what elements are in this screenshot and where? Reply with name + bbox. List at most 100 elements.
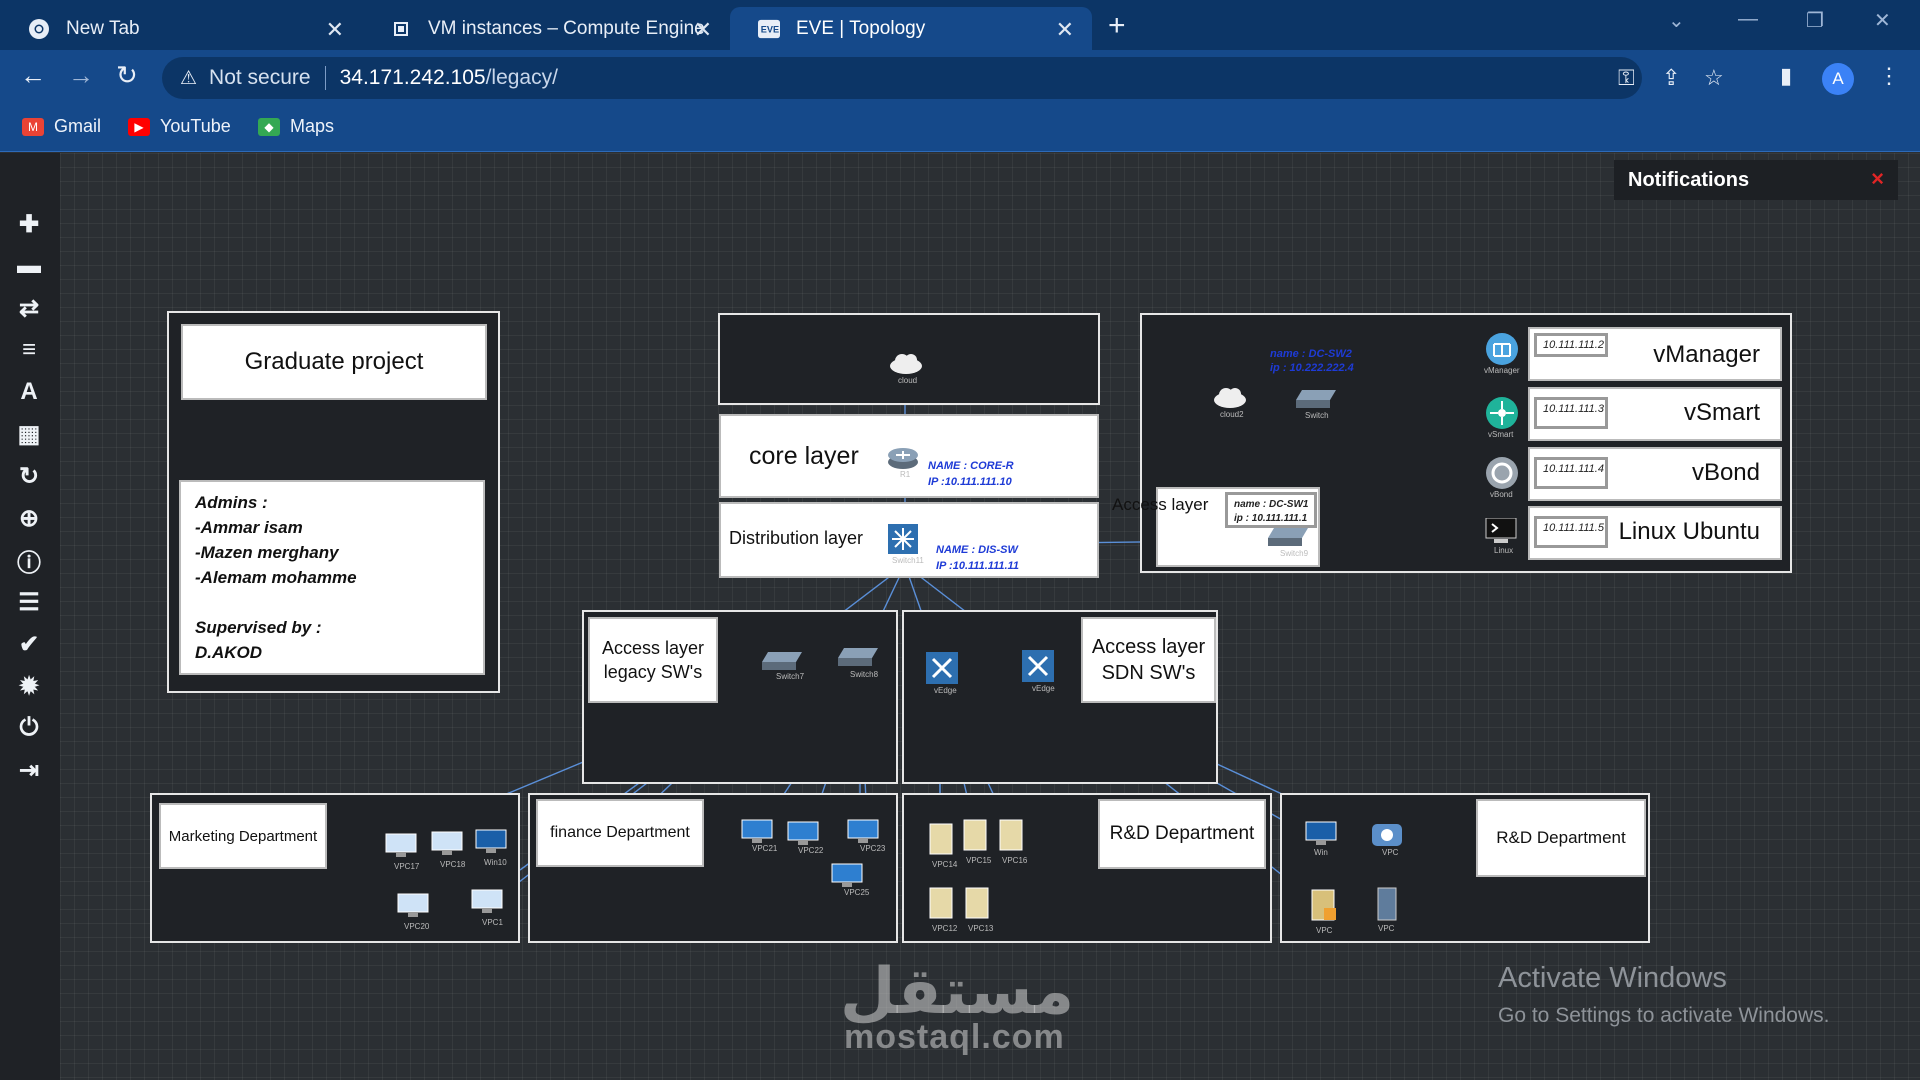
node-label: Switch8	[850, 670, 879, 679]
server-icon[interactable]	[1310, 888, 1338, 929]
node-label: Switch9	[1280, 549, 1309, 558]
access-sdn-title: Access layer SDN SW's	[1091, 636, 1206, 684]
vsmart-ip: 10.111.111.3	[1534, 397, 1608, 429]
department-title: Marketing Department	[168, 827, 318, 845]
brand-watermark: mostaql.com	[844, 1018, 1065, 1056]
cloud-icon[interactable]	[1212, 386, 1248, 413]
server-icon[interactable]	[928, 886, 954, 925]
host-label: VPC	[1382, 848, 1399, 857]
server-icon[interactable]	[964, 886, 990, 925]
core-layer-title: core layer	[749, 442, 859, 470]
dc-sw1-label[interactable]: name : DC-SW1 ip : 10.111.111.1	[1225, 492, 1317, 528]
access-dc-title: Access layer	[1112, 495, 1209, 514]
department-title: finance Department	[550, 824, 690, 841]
activate-windows-title: Activate Windows	[1498, 962, 1727, 994]
marketing-label[interactable]: Marketing Department	[159, 803, 327, 869]
access-legacy-label[interactable]: Access layer legacy SW's	[588, 617, 718, 703]
server-icon[interactable]	[998, 818, 1024, 857]
host-label: VPC1	[482, 918, 503, 927]
node-label: Linux	[1494, 546, 1514, 555]
vedge-icon[interactable]	[926, 652, 958, 689]
admin-name: -Alemam mohamme	[195, 568, 357, 587]
l3-switch-icon[interactable]	[888, 524, 918, 559]
department-title: R&D Department	[1496, 828, 1626, 847]
host-label: Win10	[484, 858, 507, 867]
rnd-label-2[interactable]: R&D Department	[1476, 799, 1646, 877]
host-label: VPC12	[932, 924, 958, 933]
project-title-label[interactable]: Graduate project	[181, 324, 487, 400]
close-icon[interactable]: ×	[1871, 166, 1884, 192]
host-label: VPC18	[440, 860, 466, 869]
host-label: VPC20	[404, 922, 430, 931]
vbond-label[interactable]: 10.111.111.4 vBond	[1528, 447, 1782, 501]
node-label: R1	[900, 470, 911, 479]
windows-pc-icon[interactable]	[474, 828, 508, 861]
host-label: VPC17	[394, 862, 420, 871]
admin-name: -Ammar isam	[195, 518, 303, 537]
node-label: cloud	[898, 376, 918, 385]
vmanager-label[interactable]: 10.111.111.2 vManager	[1528, 327, 1782, 381]
linux-name: Linux Ubuntu	[1618, 518, 1760, 545]
vmanager-name: vManager	[1653, 341, 1760, 368]
admins-heading: Admins :	[195, 493, 268, 512]
dc-sw2-ip-note: ip : 10.222.222.4	[1270, 362, 1354, 374]
host-label: VPC21	[752, 844, 778, 853]
host-label: VPC15	[966, 856, 992, 865]
switch-icon[interactable]	[1268, 528, 1308, 551]
node-label: Switch11	[892, 556, 924, 565]
activate-windows-subtitle: Go to Settings to activate Windows.	[1498, 1004, 1830, 1027]
dist-note: NAME : DIS-SW	[936, 544, 1018, 556]
pc-icon[interactable]	[384, 832, 418, 865]
host-label: VPC	[1316, 926, 1333, 935]
finance-label[interactable]: finance Department	[536, 799, 704, 867]
node-label: vSmart	[1488, 430, 1514, 439]
cloud-icon[interactable]	[888, 352, 924, 379]
vmanager-ip: 10.111.111.2	[1534, 333, 1608, 357]
switch-icon[interactable]	[1296, 390, 1336, 413]
notifications-panel: Notifications ×	[1614, 160, 1898, 200]
node-label: Switch	[1305, 411, 1329, 420]
vedge-icon[interactable]	[1022, 650, 1054, 687]
server-icon[interactable]	[962, 818, 988, 857]
admin-name: -Mazen merghany	[195, 543, 339, 562]
access-sdn-label[interactable]: Access layer SDN SW's	[1081, 617, 1216, 703]
core-ip-note: IP :10.111.111.10	[928, 476, 1012, 488]
vbond-name: vBond	[1691, 459, 1760, 486]
rnd-label-1[interactable]: R&D Department	[1098, 799, 1266, 869]
supervisor-name: D.AKOD	[195, 643, 263, 662]
host-label: VPC14	[932, 860, 958, 869]
pc-icon[interactable]	[396, 892, 430, 925]
core-note: NAME : CORE-R	[928, 460, 1014, 472]
linux-ip: 10.111.111.5	[1534, 516, 1608, 548]
server-icon[interactable]	[928, 822, 954, 861]
department-title: R&D Department	[1109, 823, 1255, 844]
pc-icon[interactable]	[470, 888, 504, 921]
dist-ip-note: IP :10.111.111.11	[936, 560, 1019, 572]
dc-sw2-note: name : DC-SW2	[1270, 348, 1352, 360]
linux-icon[interactable]	[1484, 517, 1518, 549]
vsmart-label[interactable]: 10.111.111.3 vSmart	[1528, 387, 1782, 441]
project-title: Graduate project	[244, 348, 424, 375]
notifications-title: Notifications	[1628, 168, 1750, 191]
vsmart-name: vSmart	[1683, 399, 1760, 426]
node-label: vEdge	[1032, 684, 1055, 693]
node-label: vManager	[1484, 366, 1520, 375]
admins-label[interactable]: Admins : -Ammar isam -Mazen merghany -Al…	[179, 480, 485, 675]
host-label: VPC13	[968, 924, 994, 933]
rack-server-icon[interactable]	[1376, 886, 1398, 927]
linux-label[interactable]: 10.111.111.5 Linux Ubuntu	[1528, 506, 1782, 560]
host-label: VPC23	[860, 844, 886, 853]
dc-sw1-ip: ip : 10.111.111.1	[1234, 513, 1308, 524]
host-label: VPC25	[844, 888, 870, 897]
switch-icon[interactable]	[838, 648, 878, 671]
pc-icon[interactable]	[430, 830, 464, 863]
access-legacy-title: Access layer legacy SW's	[601, 638, 705, 682]
node-label: vEdge	[934, 686, 957, 695]
host-label: VPC	[1378, 924, 1395, 933]
distribution-layer-title: Distribution layer	[729, 528, 864, 548]
host-label: Win	[1314, 848, 1328, 857]
supervisor-heading: Supervised by :	[195, 618, 322, 637]
host-label: VPC16	[1002, 856, 1028, 865]
node-label: Switch7	[776, 672, 805, 681]
host-label: VPC22	[798, 846, 824, 855]
